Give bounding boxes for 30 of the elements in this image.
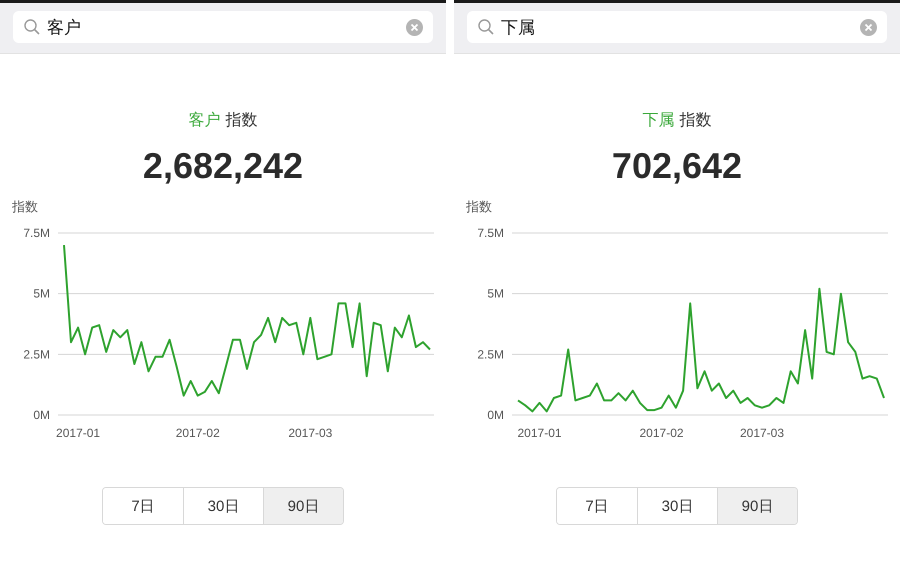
x-tick-label: 2017-02 xyxy=(640,426,684,440)
y-tick-label: 5M xyxy=(487,286,504,301)
x-tick-label: 2017-01 xyxy=(56,426,100,440)
y-tick-label: 5M xyxy=(33,286,50,301)
keyword-text: 客户 xyxy=(188,110,220,131)
title-text: 指数 xyxy=(680,111,712,131)
search-field[interactable]: 客户 xyxy=(13,11,433,43)
title-text: 指数 xyxy=(226,111,258,131)
axis-title: 指数 xyxy=(12,199,38,214)
search-icon xyxy=(23,18,41,36)
search-field[interactable]: 下属 xyxy=(467,11,887,43)
clear-icon[interactable] xyxy=(860,18,877,36)
clear-icon[interactable] xyxy=(406,18,423,36)
range-tab[interactable]: 90日 xyxy=(717,488,797,524)
x-tick-label: 2017-03 xyxy=(288,426,332,440)
keyword-text: 下属 xyxy=(642,111,674,131)
axis-title: 指数 xyxy=(466,199,492,214)
range-tab[interactable]: 90日 xyxy=(263,488,343,524)
x-tick-label: 2017-02 xyxy=(176,426,220,440)
total-value: 702,642 xyxy=(612,145,742,186)
y-tick-label: 0M xyxy=(33,408,50,422)
x-tick-label: 2017-01 xyxy=(518,426,562,440)
y-tick-label: 0M xyxy=(487,408,504,422)
y-tick-label: 7.5M xyxy=(477,226,504,240)
total-value: 2,682,242 xyxy=(142,145,304,186)
search-icon xyxy=(477,18,495,36)
y-tick-label: 7.5M xyxy=(23,226,50,240)
x-tick-label: 2017-03 xyxy=(740,426,784,440)
y-tick-label: 2.5M xyxy=(23,347,50,362)
y-tick-label: 2.5M xyxy=(477,347,504,362)
